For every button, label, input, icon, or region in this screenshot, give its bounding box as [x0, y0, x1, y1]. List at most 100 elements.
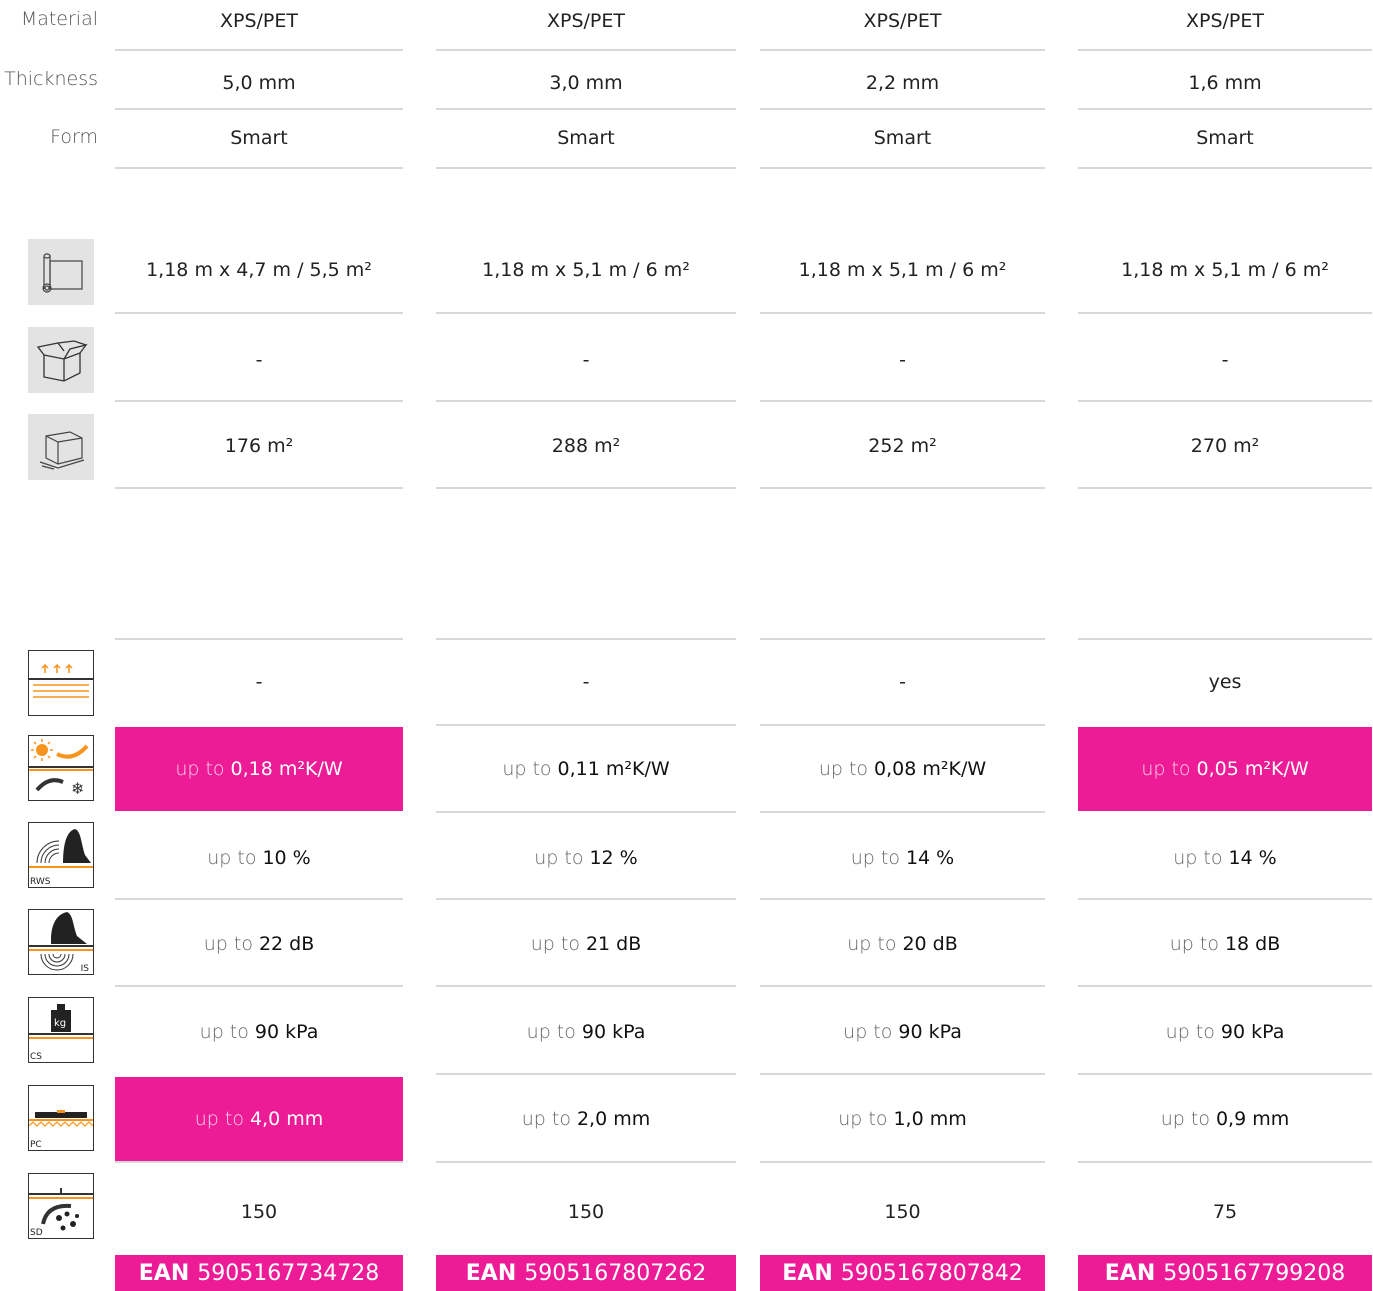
product-column: XPS/PET 3,0 mm Smart 1,18 m x 5,1 m / 6 m² -…	[436, 0, 736, 1291]
up-to-prefix: up to	[521, 1108, 571, 1130]
up-to-prefix: up to	[203, 933, 253, 955]
value-rws: 14 %	[905, 847, 955, 869]
divider	[1078, 638, 1372, 640]
up-to-prefix: up to	[1169, 933, 1219, 955]
cell-pc: up to 1,0 mm	[760, 1077, 1045, 1161]
divider	[436, 811, 736, 813]
rws-tag: RWS	[30, 877, 51, 887]
pallet-icon	[28, 414, 94, 480]
divider	[1078, 487, 1372, 489]
thermal-resistance-icon: ❄	[28, 735, 94, 801]
divider	[436, 724, 736, 726]
divider	[436, 1073, 736, 1075]
sd-tag: SD	[30, 1228, 43, 1238]
divider	[115, 487, 403, 489]
up-to-prefix: up to	[207, 847, 257, 869]
cell-thickness: 1,6 mm	[1188, 72, 1262, 94]
value-cs: 90 kPa	[1220, 1021, 1285, 1043]
divider	[1078, 312, 1372, 314]
cell-box: -	[582, 349, 590, 371]
walking-sound-icon: RWS	[28, 822, 94, 888]
cell-rws: up to 14 %	[1078, 836, 1372, 880]
cell-cs: up to 90 kPa	[115, 1010, 403, 1054]
cell-pallet: 288 m²	[551, 435, 621, 457]
cell-form: Smart	[873, 127, 932, 149]
cell-thickness: 2,2 mm	[865, 72, 940, 94]
vapour-barrier-icon: SD	[28, 1173, 94, 1239]
compressive-strength-icon: kg CS	[28, 997, 94, 1063]
value-pc: 0,9 mm	[1215, 1108, 1290, 1130]
ean-label: EAN	[1104, 1260, 1156, 1286]
value-rws: 12 %	[589, 847, 638, 869]
divider	[436, 1161, 736, 1163]
row-label-form: Form	[50, 126, 98, 148]
cell-pc: up to 4,0 mm	[115, 1077, 403, 1161]
cell-thermal: up to 0,11 m²K/W	[436, 727, 736, 811]
divider	[760, 167, 1045, 169]
ean-badge: EAN 5905167807842	[760, 1255, 1045, 1291]
divider	[760, 724, 1045, 726]
divider	[1078, 985, 1372, 987]
divider	[760, 400, 1045, 402]
roll-dimensions-icon	[28, 239, 94, 305]
divider	[1078, 898, 1372, 900]
cell-sd: 150	[240, 1201, 278, 1223]
open-box-icon	[28, 327, 94, 393]
cell-thermal: up to 0,08 m²K/W	[760, 727, 1045, 811]
cell-roll: 1,18 m x 4,7 m / 5,5 m²	[146, 259, 372, 281]
value-thermal: 0,05 m²K/W	[1196, 758, 1309, 780]
cell-heating: yes	[1208, 671, 1242, 693]
ean-number: 5905167807842	[840, 1260, 1023, 1286]
cell-material: XPS/PET	[1185, 10, 1264, 32]
cell-material: XPS/PET	[863, 10, 942, 32]
divider	[760, 898, 1045, 900]
cell-is: up to 20 dB	[760, 922, 1045, 966]
divider	[760, 49, 1045, 51]
up-to-prefix: up to	[534, 847, 584, 869]
divider	[115, 1161, 403, 1163]
value-is: 20 dB	[902, 933, 958, 955]
cell-form: Smart	[557, 127, 615, 149]
cell-roll: 1,18 m x 5,1 m / 6 m²	[1121, 259, 1329, 281]
cell-sd: 150	[884, 1201, 921, 1223]
divider	[115, 167, 403, 169]
value-rws: 10 %	[262, 847, 311, 869]
up-to-prefix: up to	[199, 1021, 249, 1043]
cell-heating: -	[582, 671, 590, 693]
product-column: XPS/PET 2,2 mm Smart 1,18 m x 5,1 m / 6 m² -…	[760, 0, 1045, 1291]
underfloor-heating-icon	[28, 650, 94, 716]
value-pc: 2,0 mm	[576, 1108, 651, 1130]
cell-pallet: 252 m²	[868, 435, 937, 457]
up-to-prefix: up to	[1160, 1108, 1210, 1130]
divider	[115, 985, 403, 987]
divider	[115, 898, 403, 900]
divider	[760, 487, 1045, 489]
divider	[760, 312, 1045, 314]
ean-number: 5905167807262	[524, 1260, 707, 1286]
row-label-material: Material	[20, 8, 98, 30]
cell-rws: up to 10 %	[115, 836, 403, 880]
svg-text:❄: ❄	[71, 779, 84, 798]
is-tag: IS	[80, 964, 89, 974]
cell-rws: up to 14 %	[760, 836, 1045, 880]
divider	[436, 49, 736, 51]
product-column: XPS/PET 5,0 mm Smart 1,18 m x 4,7 m / 5,5 m…	[115, 0, 403, 1291]
up-to-prefix: up to	[1141, 758, 1191, 780]
ean-badge: EAN 5905167734728	[115, 1255, 403, 1291]
divider	[436, 898, 736, 900]
cell-thickness: 5,0 mm	[222, 72, 296, 94]
cell-pc: up to 2,0 mm	[436, 1077, 736, 1161]
cell-cs: up to 90 kPa	[760, 1010, 1045, 1054]
divider	[1078, 400, 1372, 402]
point-compensation-icon: PC	[28, 1085, 94, 1151]
cell-form: Smart	[230, 127, 288, 149]
up-to-prefix: up to	[175, 758, 225, 780]
divider	[436, 487, 736, 489]
cell-is: up to 22 dB	[115, 922, 403, 966]
ean-label: EAN	[138, 1260, 190, 1286]
cell-cs: up to 90 kPa	[436, 1010, 736, 1054]
divider	[760, 638, 1045, 640]
divider	[436, 985, 736, 987]
divider	[760, 1073, 1045, 1075]
value-is: 22 dB	[258, 933, 315, 955]
